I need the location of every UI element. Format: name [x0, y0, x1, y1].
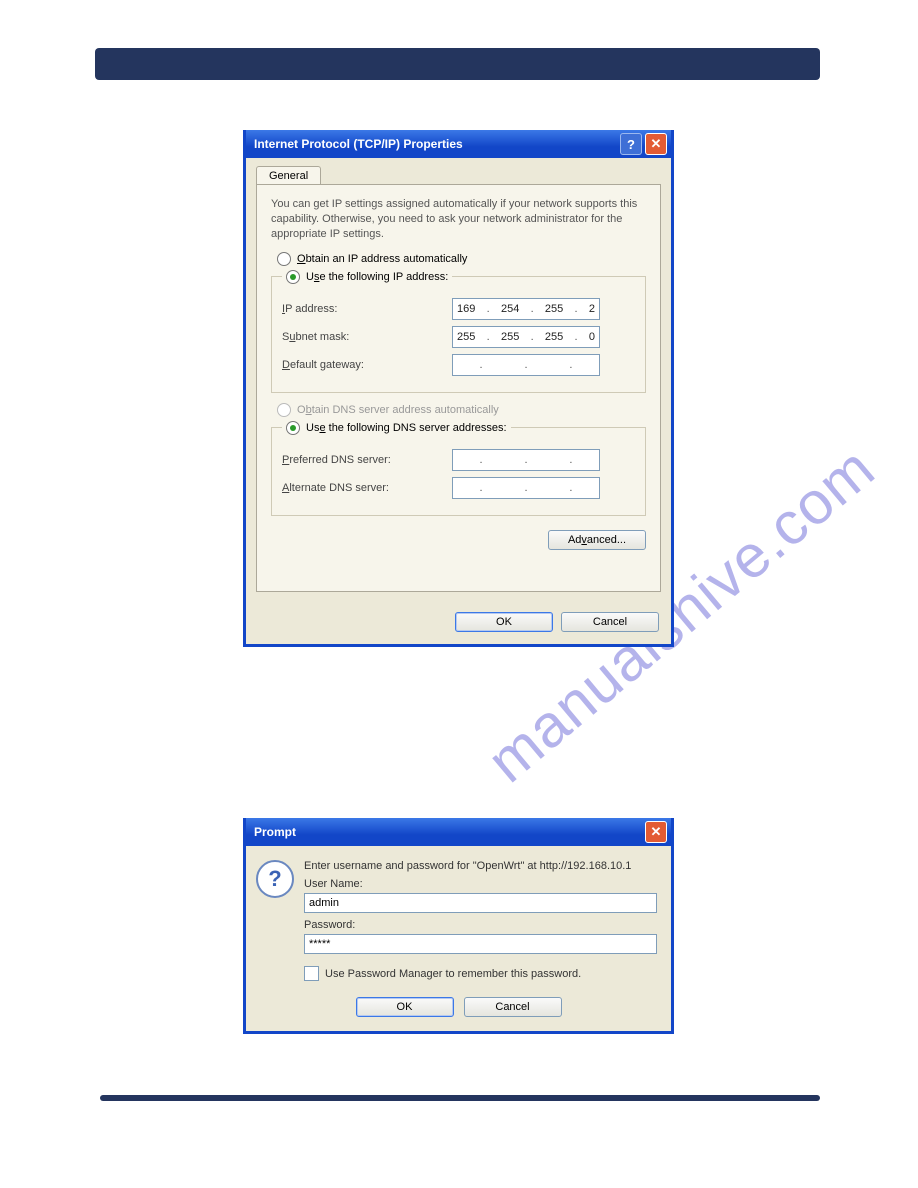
tab-general[interactable]: General [256, 166, 321, 185]
page-footer-bar [100, 1095, 820, 1101]
radio-obtain-ip[interactable]: OObtain an IP address automaticallybtain… [277, 252, 646, 266]
cancel-button[interactable]: Cancel [561, 612, 659, 632]
radio-obtain-dns: Obtain DNS server address automaticallyO… [277, 403, 646, 417]
tcpip-properties-dialog: Internet Protocol (TCP/IP) Properties ? … [243, 130, 674, 647]
advanced-button[interactable]: Advanced...Advanced... [548, 530, 646, 550]
radio-obtain-ip-label: OObtain an IP address automaticallybtain… [297, 253, 467, 265]
radio-icon-selected [286, 270, 300, 284]
prompt-message: Enter username and password for "OpenWrt… [304, 860, 657, 872]
question-icon: ? [256, 860, 294, 898]
radio-use-ip[interactable]: Use the following IP address: Use the fo… [282, 270, 452, 284]
dns-settings-group: Use the following DNS server addresses: … [271, 421, 646, 516]
ok-button[interactable]: OK [356, 997, 454, 1017]
remember-password-label: Use Password Manager to remember this pa… [325, 968, 581, 980]
auth-prompt-dialog: Prompt ✕ ? Enter username and password f… [243, 818, 674, 1034]
radio-icon-selected [286, 421, 300, 435]
password-label: Password: [304, 919, 657, 931]
ip-settings-group: Use the following IP address: Use the fo… [271, 270, 646, 393]
cancel-button[interactable]: Cancel [464, 997, 562, 1017]
alternate-dns-input[interactable]: . . . [452, 477, 600, 499]
radio-use-dns[interactable]: Use the following DNS server addresses: … [282, 421, 511, 435]
checkbox-icon [304, 966, 319, 981]
subnet-mask-input[interactable]: 255. 255. 255. 0 [452, 326, 600, 348]
username-input[interactable] [304, 893, 657, 913]
tcpip-title: Internet Protocol (TCP/IP) Properties [254, 137, 617, 151]
tcpip-titlebar: Internet Protocol (TCP/IP) Properties ? … [246, 130, 671, 158]
prompt-titlebar: Prompt ✕ [246, 818, 671, 846]
tcpip-description: You can get IP settings assigned automat… [271, 197, 646, 242]
radio-icon-disabled [277, 403, 291, 417]
preferred-dns-input[interactable]: . . . [452, 449, 600, 471]
close-icon[interactable]: ✕ [645, 821, 667, 843]
close-icon[interactable]: ✕ [645, 133, 667, 155]
ip-address-input[interactable]: 169. 254. 255. 2 [452, 298, 600, 320]
ok-button[interactable]: OK [455, 612, 553, 632]
radio-icon [277, 252, 291, 266]
username-label: User Name: [304, 878, 657, 890]
password-input[interactable] [304, 934, 657, 954]
help-icon[interactable]: ? [620, 133, 642, 155]
prompt-title: Prompt [254, 825, 642, 839]
default-gateway-input[interactable]: . . . [452, 354, 600, 376]
remember-password-checkbox[interactable]: Use Password Manager to remember this pa… [304, 966, 657, 981]
page-header-bar [95, 48, 820, 80]
